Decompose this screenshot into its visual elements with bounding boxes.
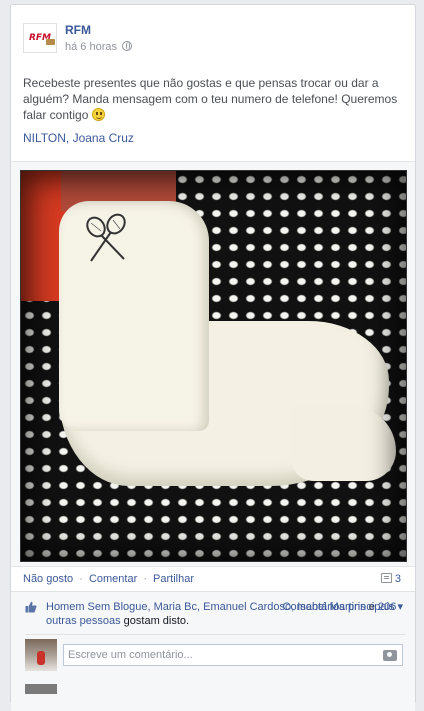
- share-button[interactable]: Partilhar: [153, 573, 194, 585]
- post-timestamp[interactable]: há 6 horas: [65, 41, 132, 53]
- smiley-icon: [91, 108, 105, 121]
- user-avatar[interactable]: [25, 639, 57, 671]
- post-message-text: Recebeste presentes que não gostas e que…: [23, 76, 398, 122]
- comment-count-value: 3: [394, 573, 401, 585]
- post-card: RFM RFM há 6 horas Recebeste presentes q…: [10, 4, 416, 711]
- photo-cast-upper: [59, 201, 209, 431]
- feedback-section: Homem Sem Blogue, Maria Bc, Emanuel Card…: [11, 591, 415, 711]
- comment-count[interactable]: 3: [380, 573, 401, 585]
- radio-icon: [46, 39, 55, 45]
- post-message: Recebeste presentes que não gostas e que…: [23, 75, 409, 123]
- post-actions: Não gosto · Comentar · Partilhar: [23, 573, 194, 585]
- post-header: RFM RFM há 6 horas: [23, 19, 403, 59]
- post-photo[interactable]: [20, 170, 407, 562]
- timestamp-text: há 6 horas: [65, 41, 117, 53]
- likes-suffix: gostam disto.: [120, 615, 190, 627]
- comment-input-box: [63, 644, 403, 666]
- unlike-button[interactable]: Não gosto: [23, 573, 73, 585]
- next-comment-peek: [25, 684, 405, 694]
- next-comment-avatar: [25, 684, 57, 694]
- tennis-rackets-icon: [86, 213, 126, 262]
- comment-icon: [380, 573, 392, 583]
- globe-icon: [121, 41, 132, 51]
- action-separator: ·: [143, 573, 147, 585]
- page-avatar[interactable]: RFM: [23, 23, 57, 53]
- camera-icon[interactable]: [383, 650, 397, 661]
- comment-composer: [25, 634, 405, 671]
- comment-button[interactable]: Comentar: [89, 573, 137, 585]
- photo-cast-toe: [291, 406, 396, 481]
- comment-input[interactable]: [64, 645, 402, 665]
- photo-container: [11, 161, 415, 567]
- action-separator: ·: [79, 573, 83, 585]
- page-name-link[interactable]: RFM: [65, 23, 91, 37]
- post-tags[interactable]: NILTON, Joana Cruz: [23, 131, 134, 145]
- thumbs-up-icon: [25, 601, 37, 613]
- top-comments-dropdown[interactable]: Comentários principais ▾: [283, 600, 403, 613]
- avatar-figure: [37, 651, 45, 665]
